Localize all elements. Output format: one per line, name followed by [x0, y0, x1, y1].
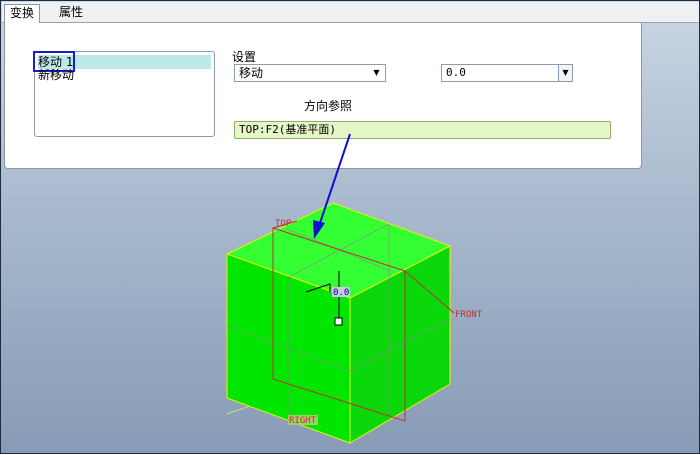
model-viewport[interactable]: TOP FRONT RIGHT 0.0 — [1, 1, 700, 455]
drag-handle-square[interactable] — [334, 317, 343, 326]
drag-value-label[interactable]: 0.0 — [333, 288, 349, 298]
application-window: 变换 属性 移动 1 新移动 设置 移动 ▼ 0.0 ▼ 方向参照 TOP:F2… — [0, 0, 700, 454]
datum-front-label[interactable]: FRONT — [455, 310, 483, 320]
datum-top-label[interactable]: TOP — [275, 219, 292, 229]
datum-right-label[interactable]: RIGHT — [289, 416, 317, 426]
